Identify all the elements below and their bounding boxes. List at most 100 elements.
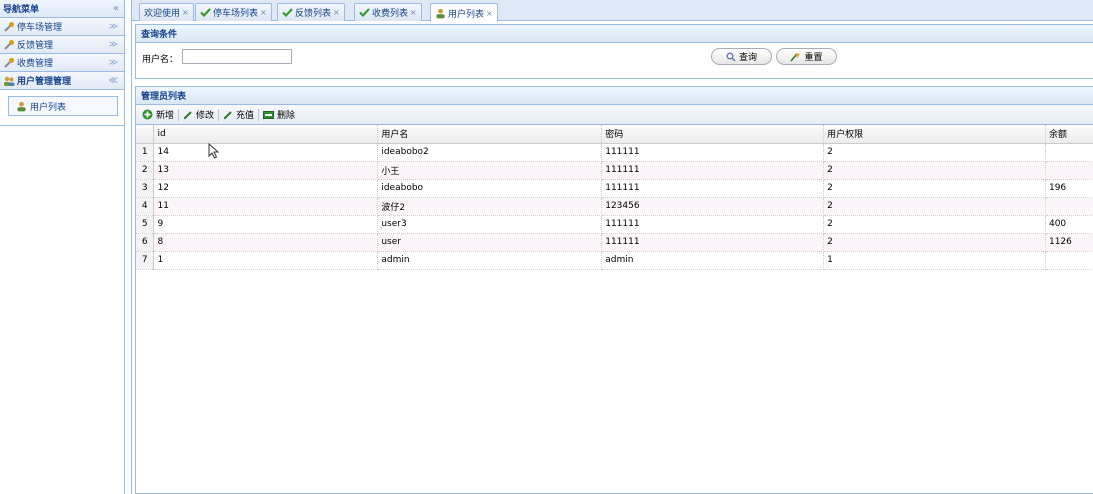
table-row[interactable]: 6 8 user 111111 2 1126 bbox=[136, 233, 1093, 252]
cell-id: 8 bbox=[153, 233, 379, 252]
tab-feedback-list[interactable]: 反馈列表 × bbox=[277, 3, 345, 21]
tab-parking-list[interactable]: 停车场列表 × bbox=[195, 3, 272, 21]
table-row[interactable]: 2 13 小王 111111 2 bbox=[136, 161, 1093, 180]
close-icon[interactable]: × bbox=[182, 8, 189, 17]
table-row[interactable]: 1 14 ideabobo2 111111 2 bbox=[136, 143, 1093, 162]
cell-password: 111111 bbox=[601, 233, 825, 252]
query-panel: 查询条件 用户名： 查询 重置 bbox=[135, 24, 1093, 79]
nav-section-users[interactable]: 用户管理管理 ≪ bbox=[0, 72, 124, 90]
close-icon[interactable]: × bbox=[333, 8, 340, 17]
recharge-button-label: 充值 bbox=[236, 111, 255, 121]
cell-id: 13 bbox=[153, 161, 379, 180]
nav-header: 导航菜单 « bbox=[0, 0, 124, 18]
nav-section-feedback[interactable]: 反馈管理 ≫ bbox=[0, 36, 124, 54]
tab-label: 欢迎使用 bbox=[144, 9, 181, 19]
grid-toolbar: 新增 修改 充值 删除 bbox=[136, 105, 1093, 125]
row-number: 2 bbox=[136, 161, 155, 180]
table-row[interactable]: 4 11 波仔2 123456 2 bbox=[136, 197, 1093, 216]
query-panel-title: 查询条件 bbox=[136, 25, 1093, 43]
username-input[interactable] bbox=[182, 49, 292, 64]
tab-label: 用户列表 bbox=[448, 9, 485, 20]
cell-balance bbox=[1045, 197, 1093, 216]
delete-button-label: 删除 bbox=[277, 111, 296, 121]
column-header-role[interactable]: 用户权限 bbox=[823, 125, 1046, 144]
cell-password: 111111 bbox=[601, 143, 825, 162]
close-icon[interactable]: × bbox=[486, 9, 493, 18]
delete-button[interactable]: 删除 bbox=[260, 107, 298, 123]
table-row[interactable]: 7 1 admin admin 1 bbox=[136, 251, 1093, 270]
expand-icon[interactable]: ≫ bbox=[109, 40, 118, 50]
column-header-username[interactable]: 用户名 bbox=[377, 125, 603, 144]
pencil-icon bbox=[183, 110, 193, 120]
wrench-icon bbox=[3, 21, 15, 33]
column-header-id[interactable]: id bbox=[153, 125, 379, 144]
cell-username: 波仔2 bbox=[377, 197, 603, 216]
cell-username: user3 bbox=[377, 215, 603, 234]
row-number: 1 bbox=[136, 143, 155, 162]
cell-password: 111111 bbox=[601, 179, 825, 198]
nav-panel: 导航菜单 « 停车场管理 ≫ 反馈管理 ≫ 收费管理 ≫ 用户管理管理 ≪ 用户… bbox=[0, 0, 125, 494]
admin-list-panel: 管理员列表 新增 修改 充值 删除 id 用户名 密码 用户权限 余额 1 14… bbox=[135, 86, 1093, 494]
search-icon bbox=[726, 52, 736, 62]
mouse-cursor-icon bbox=[208, 142, 220, 159]
tab-welcome[interactable]: 欢迎使用 × bbox=[139, 3, 194, 21]
users-icon bbox=[3, 75, 15, 87]
recharge-button[interactable]: 充值 bbox=[220, 107, 257, 123]
cell-role: 1 bbox=[823, 251, 1046, 270]
tab-fee-list[interactable]: 收费列表 × bbox=[354, 3, 422, 21]
tab-user-list[interactable]: 用户列表 × bbox=[430, 3, 498, 22]
expand-icon[interactable]: ≫ bbox=[109, 58, 118, 68]
pencil-icon bbox=[223, 110, 233, 120]
cell-balance: 400 bbox=[1045, 215, 1093, 234]
nav-link-user-list[interactable]: 用户列表 bbox=[8, 96, 118, 116]
check-icon bbox=[359, 8, 370, 17]
nav-section-users-body: 用户列表 bbox=[0, 90, 124, 126]
cell-password: 111111 bbox=[601, 161, 825, 180]
cell-id: 1 bbox=[153, 251, 379, 270]
add-button[interactable]: 新增 bbox=[139, 107, 177, 123]
collapse-nav-icon[interactable]: « bbox=[113, 3, 119, 14]
collapse-icon[interactable]: ≪ bbox=[109, 76, 118, 86]
cell-role: 2 bbox=[823, 233, 1046, 252]
nav-section-fees[interactable]: 收费管理 ≫ bbox=[0, 54, 124, 72]
cell-password: 111111 bbox=[601, 215, 825, 234]
column-header-password[interactable]: 密码 bbox=[601, 125, 825, 144]
cell-balance: 196 bbox=[1045, 179, 1093, 198]
nav-section-label: 反馈管理 bbox=[17, 41, 54, 51]
table-row[interactable]: 3 12 ideabobo 111111 2 196 bbox=[136, 179, 1093, 198]
cell-balance bbox=[1045, 251, 1093, 270]
cell-id: 12 bbox=[153, 179, 379, 198]
row-number: 5 bbox=[136, 215, 155, 234]
wrench-icon bbox=[3, 57, 15, 69]
close-icon[interactable]: × bbox=[260, 8, 267, 17]
cell-username: user bbox=[377, 233, 603, 252]
column-header-balance[interactable]: 余额 bbox=[1045, 125, 1093, 144]
nav-title: 导航菜单 bbox=[3, 5, 40, 15]
table-row[interactable]: 5 9 user3 111111 2 400 bbox=[136, 215, 1093, 234]
toolbar-separator bbox=[218, 108, 220, 121]
edit-button[interactable]: 修改 bbox=[180, 107, 217, 123]
cell-username: ideabobo2 bbox=[377, 143, 603, 162]
search-button[interactable]: 查询 bbox=[711, 48, 772, 65]
close-icon[interactable]: × bbox=[410, 8, 417, 17]
nav-section-label: 收费管理 bbox=[17, 59, 54, 69]
cell-role: 2 bbox=[823, 143, 1046, 162]
cell-role: 2 bbox=[823, 215, 1046, 234]
toolbar-separator bbox=[258, 108, 260, 121]
nav-section-parking[interactable]: 停车场管理 ≫ bbox=[0, 18, 124, 36]
cell-balance bbox=[1045, 161, 1093, 180]
check-icon bbox=[200, 8, 211, 17]
cell-role: 2 bbox=[823, 197, 1046, 216]
cell-role: 2 bbox=[823, 179, 1046, 198]
row-number: 7 bbox=[136, 251, 155, 270]
add-icon bbox=[142, 109, 153, 120]
expand-icon[interactable]: ≫ bbox=[109, 22, 118, 32]
reset-button[interactable]: 重置 bbox=[776, 48, 837, 65]
tab-bar: 欢迎使用 × 停车场列表 × 反馈列表 × 收费列表 × 用户列表 × bbox=[132, 0, 1093, 22]
cell-balance: 1126 bbox=[1045, 233, 1093, 252]
main-area: 欢迎使用 × 停车场列表 × 反馈列表 × 收费列表 × 用户列表 × 查询条件… bbox=[131, 0, 1093, 494]
toolbar-separator bbox=[178, 108, 180, 121]
tab-label: 反馈列表 bbox=[295, 9, 332, 19]
cell-username: admin bbox=[377, 251, 603, 270]
cell-password: admin bbox=[601, 251, 825, 270]
